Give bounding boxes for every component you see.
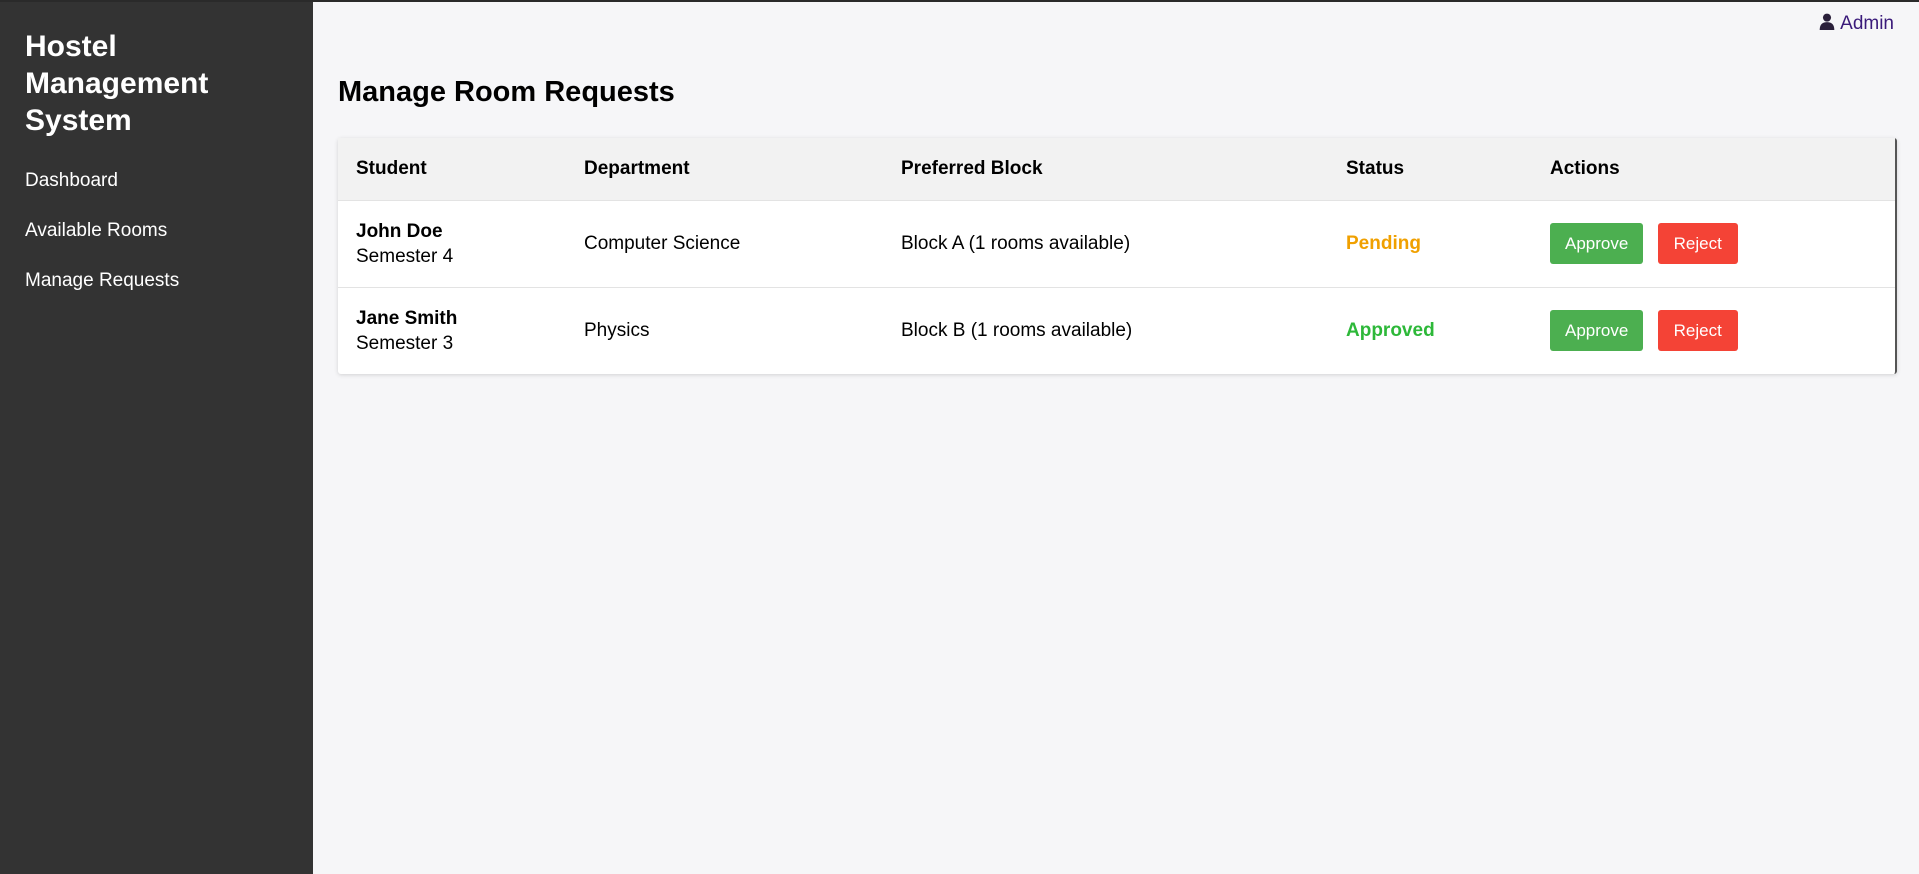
app-brand: Hostel Management System: [25, 30, 209, 137]
approve-button[interactable]: Approve: [1550, 310, 1644, 352]
column-header-department: Department: [584, 157, 690, 179]
app-root: Hostel Management System Dashboard Avail…: [0, 0, 1919, 874]
table-row: Jane Smith Semester 3 Physics Block B (1…: [338, 287, 1895, 374]
actions-cell: Approve Reject: [1532, 287, 1895, 374]
column-header-preferred-block: Preferred Block: [901, 157, 1043, 179]
actions-cell: Approve Reject: [1532, 200, 1895, 287]
student-semester: Semester 4: [356, 245, 454, 267]
student-cell: Jane Smith Semester 3: [338, 287, 566, 374]
requests-table: Student Department Preferred Block Statu…: [338, 138, 1895, 374]
department-cell: Physics: [584, 319, 650, 341]
admin-user-link[interactable]: Admin: [1818, 12, 1894, 36]
reject-button[interactable]: Reject: [1657, 223, 1738, 264]
sidebar-item-dashboard[interactable]: Dashboard: [25, 169, 288, 193]
page-title: Manage Room Requests: [338, 76, 675, 108]
student-semester: Semester 3: [356, 332, 454, 354]
column-header-student: Student: [356, 157, 427, 179]
approve-button[interactable]: Approve: [1550, 223, 1644, 264]
requests-table-card: Student Department Preferred Block Statu…: [338, 138, 1897, 374]
status-cell: Approved: [1328, 287, 1532, 374]
sidebar-item-manage-requests[interactable]: Manage Requests: [25, 269, 288, 293]
sidebar-nav: Dashboard Available Rooms Manage Request…: [25, 169, 288, 293]
sidebar-item-available-rooms[interactable]: Available Rooms: [25, 219, 288, 243]
preferred-block-cell: Block B (1 rooms available): [901, 319, 1133, 341]
admin-label: Admin: [1840, 13, 1894, 34]
student-name: John Doe: [356, 220, 443, 242]
reject-button[interactable]: Reject: [1657, 310, 1738, 352]
status-cell: Pending: [1328, 200, 1532, 287]
table-row: John Doe Semester 4 Computer Science Blo…: [338, 200, 1895, 287]
table-header-row: Student Department Preferred Block Statu…: [338, 138, 1895, 200]
student-name: Jane Smith: [356, 307, 458, 329]
department-cell: Computer Science: [584, 232, 741, 254]
sidebar: Hostel Management System Dashboard Avail…: [0, 2, 313, 874]
status-badge: Pending: [1346, 232, 1421, 254]
user-icon: [1818, 12, 1836, 36]
status-badge: Approved: [1346, 319, 1435, 341]
top-bar: Admin: [338, 2, 1894, 42]
preferred-block-cell: Block A (1 rooms available): [901, 232, 1131, 254]
column-header-actions: Actions: [1550, 157, 1620, 179]
student-cell: John Doe Semester 4: [338, 200, 566, 287]
column-header-status: Status: [1346, 157, 1405, 179]
main-content: Admin Manage Room Requests Student Depar…: [313, 2, 1919, 874]
